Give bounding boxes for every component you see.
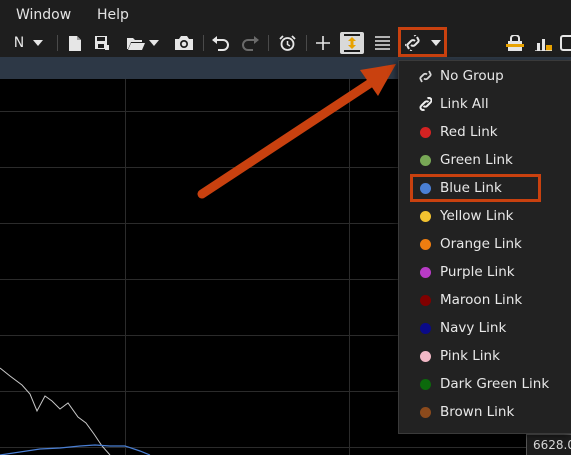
new-file-button[interactable] — [66, 32, 84, 54]
menu-item-label: Pink Link — [440, 348, 500, 364]
chevron-down-icon — [431, 40, 441, 46]
dark-green-dot-icon — [419, 378, 432, 391]
save-button[interactable] — [93, 32, 111, 54]
menu-item-no-group[interactable]: No Group — [399, 62, 571, 90]
price-readout: 6628.0 — [526, 434, 571, 455]
link-icon — [405, 35, 420, 51]
menu-window[interactable]: Window — [16, 7, 71, 23]
purple-dot-icon — [419, 266, 432, 279]
blue-dot-icon — [419, 182, 432, 195]
redo-button[interactable] — [240, 32, 260, 54]
indicator-line — [0, 444, 151, 455]
red-dot-icon — [419, 126, 432, 139]
menu-item-label: Purple Link — [440, 264, 515, 280]
menu-item-navy-link[interactable]: Navy Link — [399, 314, 571, 342]
symbol-dropdown-button[interactable]: N — [12, 32, 46, 54]
link-group-button[interactable] — [401, 32, 445, 54]
window-icon — [560, 35, 571, 51]
menu-item-purple-link[interactable]: Purple Link — [399, 258, 571, 286]
undo-icon — [212, 36, 229, 51]
menu-item-label: Maroon Link — [440, 292, 523, 308]
menu-item-blue-link[interactable]: Blue Link — [399, 174, 571, 202]
pink-dot-icon — [419, 350, 432, 363]
toolbar: N — [0, 29, 571, 57]
green-dot-icon — [419, 154, 432, 167]
menu-item-label: Orange Link — [440, 236, 522, 252]
camera-icon — [175, 36, 193, 50]
menu-item-pink-link[interactable]: Pink Link — [399, 342, 571, 370]
link-icon — [419, 97, 432, 111]
chevron-down-icon — [33, 40, 44, 46]
undo-button[interactable] — [211, 32, 231, 54]
menu-bar: Window Help — [0, 0, 571, 29]
autoscale-button[interactable] — [340, 32, 364, 54]
alarm-button[interactable] — [277, 32, 297, 54]
menu-item-brown-link[interactable]: Brown Link — [399, 398, 571, 426]
lock-icon — [506, 35, 524, 51]
screenshot-button[interactable] — [174, 32, 194, 54]
menu-item-label: Brown Link — [440, 404, 515, 420]
symbol-label: N — [13, 35, 25, 51]
alert-button[interactable] — [533, 32, 553, 54]
yellow-dot-icon — [419, 210, 432, 223]
open-folder-button[interactable] — [126, 32, 160, 54]
crosshair-button[interactable] — [313, 32, 333, 54]
window-button[interactable] — [560, 32, 571, 54]
chevron-down-icon — [149, 40, 159, 46]
open-folder-icon — [127, 37, 145, 50]
redo-icon — [242, 36, 259, 51]
menu-item-label: Link All — [440, 96, 489, 112]
orange-dot-icon — [419, 238, 432, 251]
toolbar-separator — [268, 35, 269, 51]
alert-icon — [535, 39, 552, 51]
menu-item-yellow-link[interactable]: Yellow Link — [399, 202, 571, 230]
menu-item-red-link[interactable]: Red Link — [399, 118, 571, 146]
menu-item-label: Blue Link — [440, 180, 502, 196]
alarm-icon — [278, 34, 296, 51]
autoscale-icon — [344, 34, 360, 52]
price-line — [0, 367, 111, 455]
menu-lines-icon — [374, 36, 390, 50]
toolbar-separator — [203, 35, 204, 51]
navy-dot-icon — [419, 322, 432, 335]
toolbar-separator — [57, 35, 58, 51]
maroon-dot-icon — [419, 294, 432, 307]
crosshair-icon — [316, 36, 330, 50]
menu-item-link-all[interactable]: Link All — [399, 90, 571, 118]
menu-item-green-link[interactable]: Green Link — [399, 146, 571, 174]
menu-item-label: Yellow Link — [440, 208, 514, 224]
menu-item-dark-green-link[interactable]: Dark Green Link — [399, 370, 571, 398]
menu-item-label: Dark Green Link — [440, 376, 550, 392]
brown-dot-icon — [419, 406, 432, 419]
menu-item-label: Red Link — [440, 124, 498, 140]
settings-menu-button[interactable] — [372, 32, 392, 54]
menu-help[interactable]: Help — [97, 7, 129, 23]
toolbar-separator — [306, 35, 307, 51]
link-group-menu: No Group Link All Red Link Green Link Bl… — [398, 60, 571, 434]
menu-item-maroon-link[interactable]: Maroon Link — [399, 286, 571, 314]
menu-item-orange-link[interactable]: Orange Link — [399, 230, 571, 258]
save-icon — [95, 36, 109, 50]
menu-item-label: Navy Link — [440, 320, 507, 336]
unlink-icon — [419, 70, 432, 83]
lock-button[interactable] — [505, 32, 525, 54]
app-window: Window Help N 6628.0 No Group Link All R… — [0, 0, 571, 455]
menu-item-label: Green Link — [440, 152, 513, 168]
menu-item-label: No Group — [440, 68, 504, 84]
new-file-icon — [69, 35, 81, 51]
